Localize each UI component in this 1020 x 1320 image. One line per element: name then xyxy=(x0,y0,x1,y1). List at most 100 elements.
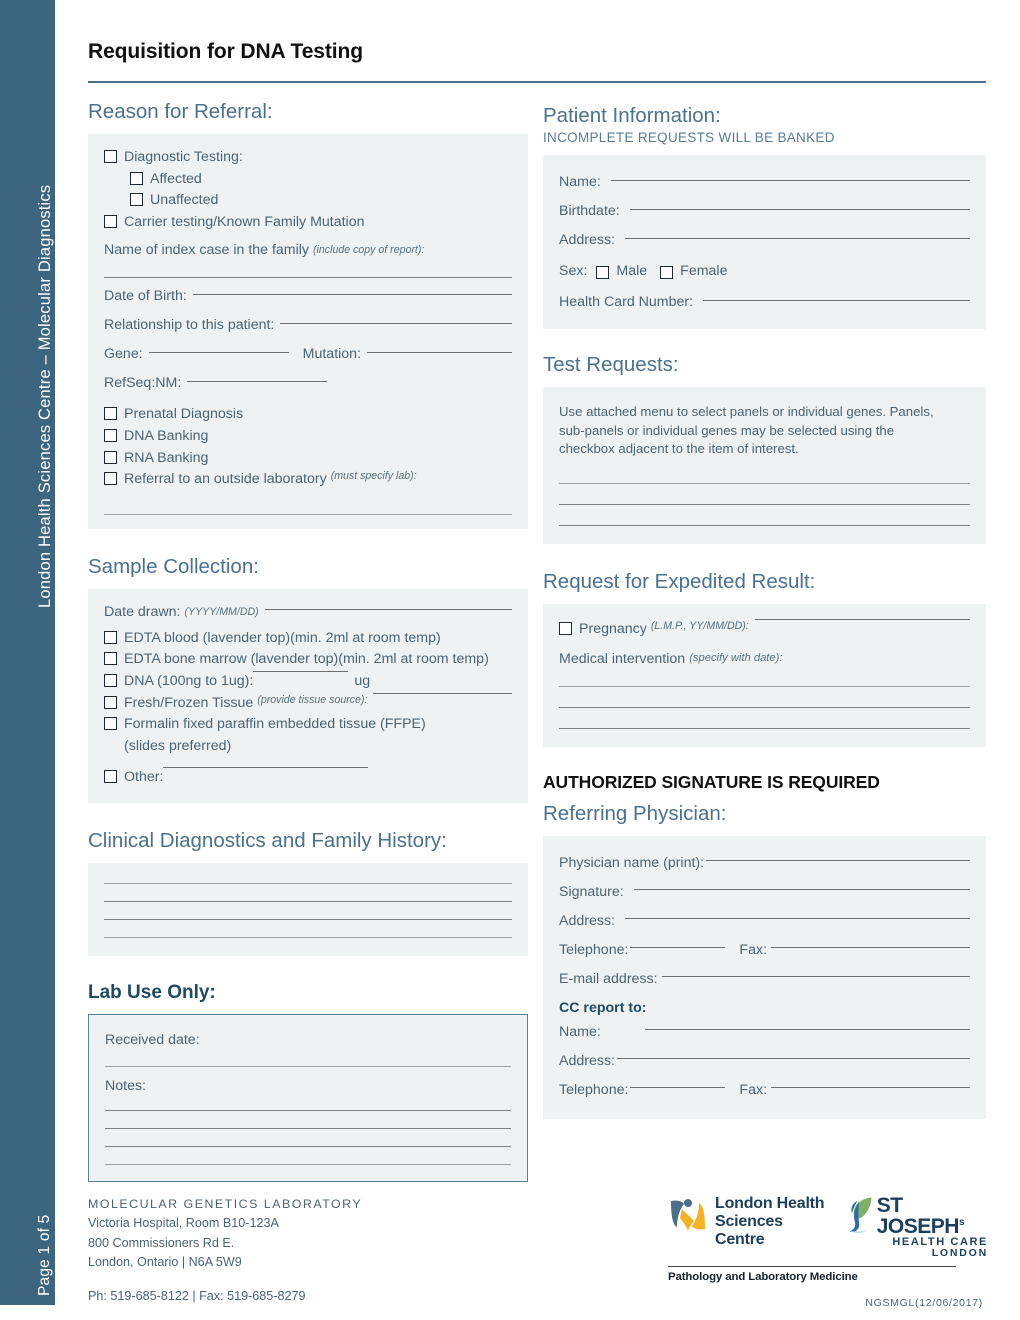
health-card-input[interactable] xyxy=(703,299,970,301)
checkbox-other-sample[interactable]: Other: xyxy=(104,767,512,788)
dna-amount-input[interactable] xyxy=(253,670,349,672)
checkbox-label: Prenatal Diagnosis xyxy=(124,406,244,423)
patient-birthdate-input[interactable] xyxy=(629,208,970,210)
checkbox-icon[interactable] xyxy=(104,407,117,421)
checkbox-dna[interactable]: DNA (100ng to 1ug): ug xyxy=(104,670,512,692)
checkbox-carrier-testing[interactable]: Carrier testing/Known Family Mutation xyxy=(104,212,512,233)
gene-label: Gene: xyxy=(104,346,143,363)
checkbox-label: Referral to an outside laboratory xyxy=(124,471,327,488)
received-date-row: Received date: xyxy=(105,1029,511,1051)
checkbox-ffpe[interactable]: Formalin fixed paraffin embedded tissue … xyxy=(104,714,512,735)
other-sample-input[interactable] xyxy=(163,767,369,769)
date-drawn-label: Date drawn: xyxy=(104,603,181,620)
medical-intervention-line-2[interactable] xyxy=(559,706,970,708)
checkbox-female-icon[interactable] xyxy=(660,265,674,279)
received-date-input[interactable] xyxy=(105,1065,511,1067)
checkbox-male-icon[interactable] xyxy=(596,265,610,279)
page-number-label: Page 1 of 5 xyxy=(36,1214,53,1297)
test-requests-line-3[interactable] xyxy=(559,525,970,527)
checkbox-label: EDTA blood (lavender top)(min. 2ml at ro… xyxy=(124,629,441,646)
medical-intervention-note: (specify with date): xyxy=(689,652,783,665)
checkbox-icon[interactable] xyxy=(559,622,572,636)
checkbox-icon[interactable] xyxy=(104,717,117,731)
page-title: Requisition for DNA Testing xyxy=(88,40,363,63)
date-drawn-row: Date drawn: (YYYY/MM/DD) xyxy=(104,601,512,623)
clinical-line-3[interactable] xyxy=(104,918,512,920)
physician-telephone-input[interactable] xyxy=(630,947,726,949)
ffpe-note: (slides preferred) xyxy=(124,737,232,754)
checkbox-icon[interactable] xyxy=(104,450,117,464)
test-requests-line-1[interactable] xyxy=(559,483,970,485)
physician-address-input[interactable] xyxy=(625,918,970,920)
checkbox-referral-outside-lab[interactable]: Referral to an outside laboratory (must … xyxy=(104,469,512,490)
checkbox-icon[interactable] xyxy=(130,193,143,207)
clinical-line-4[interactable] xyxy=(104,936,512,938)
checkbox-edta-bone-marrow[interactable]: EDTA bone marrow (lavender top)(min. 2ml… xyxy=(104,649,512,670)
cc-telephone-label: Telephone: xyxy=(559,1081,629,1098)
checkbox-diagnostic-testing[interactable]: Diagnostic Testing: xyxy=(104,147,512,168)
checkbox-unaffected[interactable]: Unaffected xyxy=(130,190,512,211)
physician-address-row: Address: xyxy=(559,910,970,932)
checkbox-icon[interactable] xyxy=(104,428,117,442)
checkbox-icon[interactable] xyxy=(104,695,117,709)
cc-telephone-input[interactable] xyxy=(630,1087,726,1089)
checkbox-fresh-frozen-tissue[interactable]: Fresh/Frozen Tissue (provide tissue sour… xyxy=(104,692,512,714)
patient-address-input[interactable] xyxy=(625,237,970,239)
date-drawn-input[interactable] xyxy=(264,609,512,611)
physician-name-row: Physician name (print): xyxy=(559,852,970,874)
checkbox-affected[interactable]: Affected xyxy=(130,169,512,190)
checkbox-pregnancy[interactable]: Pregnancy (L.M.P., YY/MM/DD): xyxy=(559,619,970,640)
pregnancy-input[interactable] xyxy=(754,619,970,621)
test-requests-line-2[interactable] xyxy=(559,504,970,506)
checkbox-female-label: Female xyxy=(680,263,728,279)
checkbox-icon[interactable] xyxy=(104,214,117,228)
lhsc-line-1: London Health xyxy=(715,1195,825,1212)
index-case-input[interactable] xyxy=(104,277,512,279)
physician-fax-input[interactable] xyxy=(771,947,970,949)
checkbox-dna-banking[interactable]: DNA Banking xyxy=(104,426,512,447)
patient-name-input[interactable] xyxy=(610,179,970,181)
cc-name-input[interactable] xyxy=(645,1029,970,1031)
mutation-input[interactable] xyxy=(367,351,512,353)
cc-fax-input[interactable] xyxy=(771,1087,970,1089)
notes-line-3[interactable] xyxy=(105,1145,511,1147)
checkbox-icon[interactable] xyxy=(104,630,117,644)
checkbox-edta-blood[interactable]: EDTA blood (lavender top)(min. 2ml at ro… xyxy=(104,628,512,649)
patient-sex-label: Sex: xyxy=(559,263,588,279)
checkbox-icon[interactable] xyxy=(104,652,117,666)
checkbox-icon[interactable] xyxy=(104,150,117,163)
medical-intervention-row: Medical intervention (specify with date)… xyxy=(559,648,970,670)
expedited-result-panel: Pregnancy (L.M.P., YY/MM/DD): Medical in… xyxy=(543,604,986,747)
checkbox-icon[interactable] xyxy=(104,770,117,784)
physician-signature-input[interactable] xyxy=(633,889,970,891)
document-id: NGSMGL(12/06/2017) xyxy=(865,1296,983,1309)
tissue-source-input[interactable] xyxy=(373,692,512,694)
clinical-line-2[interactable] xyxy=(104,900,512,902)
received-date-label: Received date: xyxy=(105,1031,200,1048)
reason-for-referral-panel: Diagnostic Testing: Affected Unaffected … xyxy=(88,134,528,529)
referral-lab-input[interactable] xyxy=(104,513,512,515)
notes-line-2[interactable] xyxy=(105,1127,511,1129)
stjoseph-leaf-icon xyxy=(845,1195,875,1240)
test-requests-instructions: Use attached menu to select panels or in… xyxy=(559,404,934,457)
date-of-birth-input[interactable] xyxy=(192,293,512,295)
patient-sex-row: Sex: Male Female xyxy=(559,260,970,282)
medical-intervention-line-3[interactable] xyxy=(559,727,970,729)
patient-information-panel: Name: Birthdate: Address: Sex: Male Fema… xyxy=(543,155,986,329)
gene-mutation-row: Gene: Mutation: xyxy=(104,343,512,365)
checkbox-icon[interactable] xyxy=(104,472,117,486)
medical-intervention-line-1[interactable] xyxy=(559,685,970,687)
physician-email-input[interactable] xyxy=(661,976,970,978)
notes-line-1[interactable] xyxy=(105,1109,511,1111)
checkbox-icon[interactable] xyxy=(130,171,143,185)
notes-line-4[interactable] xyxy=(105,1163,511,1165)
checkbox-icon[interactable] xyxy=(104,673,117,687)
checkbox-prenatal-diagnosis[interactable]: Prenatal Diagnosis xyxy=(104,404,512,425)
gene-input[interactable] xyxy=(148,351,289,353)
checkbox-rna-banking[interactable]: RNA Banking xyxy=(104,448,512,469)
clinical-line-1[interactable] xyxy=(104,882,512,884)
relationship-input[interactable] xyxy=(280,322,512,324)
refseq-input[interactable] xyxy=(187,380,328,382)
cc-address-input[interactable] xyxy=(617,1058,970,1060)
physician-name-input[interactable] xyxy=(706,860,970,862)
